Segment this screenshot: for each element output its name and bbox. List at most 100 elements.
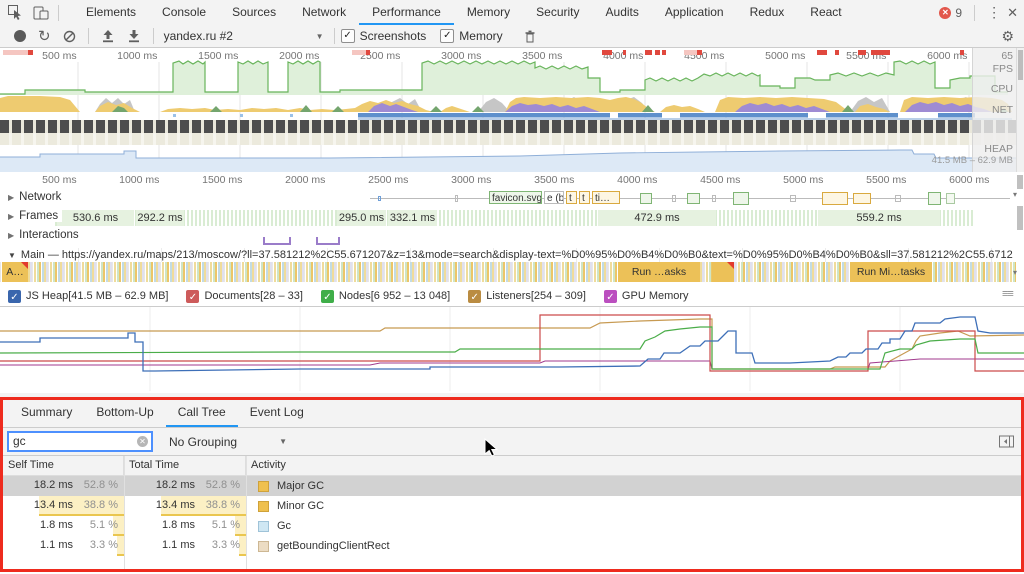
tab-elements[interactable]: Elements: [73, 0, 149, 25]
network-request-mark: [853, 193, 871, 204]
frame-duration[interactable]: 332.1 ms: [388, 210, 437, 226]
scrollbar-thumb[interactable]: [1017, 206, 1023, 230]
time-cell: 1.8 ms5.1 %: [3, 516, 124, 536]
tab-redux[interactable]: Redux: [737, 0, 798, 25]
frame-duration[interactable]: 295.0 ms: [337, 210, 386, 226]
column-header-total-time[interactable]: Total Time: [124, 456, 246, 475]
tab-react[interactable]: React: [797, 0, 854, 25]
main-thread-track-label[interactable]: ▼Main — https://yandex.ru/maps/213/mosco…: [0, 248, 1014, 262]
network-request-mark: [687, 193, 700, 204]
checkbox-icon[interactable]: ✓: [186, 290, 199, 303]
timeline-overview[interactable]: 500 ms1000 ms1500 ms2000 ms2500 ms3000 m…: [0, 48, 1016, 172]
profile-select[interactable]: yandex.ru #2 ▼: [164, 29, 324, 43]
record-button[interactable]: [14, 30, 26, 42]
overview-ruler: 500 ms1000 ms1500 ms2000 ms2500 ms3000 m…: [0, 48, 1016, 66]
settings-gear-icon[interactable]: ⚙: [1001, 28, 1014, 45]
frame-duration[interactable]: 292.2 ms: [136, 210, 184, 226]
device-toolbar-icon[interactable]: [30, 3, 52, 23]
clear-filter-icon[interactable]: ✕: [137, 436, 148, 447]
checkbox-icon[interactable]: ✓: [468, 290, 481, 303]
table-row[interactable]: 18.2 ms52.8 %18.2 ms52.8 %Major GC: [3, 476, 1021, 496]
scrollbar-thumb[interactable]: [1018, 50, 1023, 80]
counter-nodes[interactable]: ✓Nodes[6 952 – 13 048]: [321, 290, 450, 303]
activity-name: Minor GC: [277, 500, 324, 512]
time-cell: 18.2 ms52.8 %: [124, 476, 246, 496]
error-count-badge[interactable]: ✕ 9: [939, 6, 962, 20]
tab-sources[interactable]: Sources: [219, 0, 289, 25]
filter-input-value: gc: [13, 434, 26, 448]
tab-application[interactable]: Application: [652, 0, 737, 25]
tab-performance[interactable]: Performance: [359, 0, 454, 25]
reload-record-button[interactable]: ↻: [38, 27, 51, 45]
details-tab-event-log[interactable]: Event Log: [238, 400, 316, 427]
flame-task[interactable]: A…: [2, 262, 28, 282]
tab-audits[interactable]: Audits: [593, 0, 652, 25]
checkbox-icon[interactable]: ✓: [604, 290, 617, 303]
details-tab-summary[interactable]: Summary: [9, 400, 84, 427]
table-row[interactable]: 1.8 ms5.1 %1.8 ms5.1 %Gc: [3, 516, 1021, 536]
tab-console[interactable]: Console: [149, 0, 219, 25]
details-tab-bottom-up[interactable]: Bottom-Up: [84, 400, 165, 427]
filter-input[interactable]: gc ✕: [7, 431, 153, 452]
counter-documents[interactable]: ✓ Documents[28 – 33]: [186, 290, 302, 303]
ruler-label: 4000 ms: [617, 174, 657, 186]
counter-gpu-memory[interactable]: ✓GPU Memory: [604, 290, 689, 303]
frame-duration[interactable]: 472.9 ms: [598, 210, 716, 226]
table-row[interactable]: 13.4 ms38.8 %13.4 ms38.8 %Minor GC: [3, 496, 1021, 516]
flame-task[interactable]: Run Mi…tasks: [850, 262, 932, 282]
column-header-activity[interactable]: Activity: [246, 456, 1021, 475]
details-tab-call-tree[interactable]: Call Tree: [166, 400, 238, 427]
inspect-element-icon[interactable]: [4, 3, 26, 23]
save-profile-button[interactable]: [127, 29, 141, 43]
scroll-down-icon[interactable]: ▾: [1013, 190, 1017, 199]
frames-track[interactable]: 530.6 ms292.2 ms 295.0 ms332.1 ms 472.9 ms…: [0, 208, 1016, 228]
frame-duration[interactable]: 559.2 ms: [818, 210, 940, 226]
error-icon: ✕: [939, 7, 951, 19]
overview-scrollbar[interactable]: [1016, 48, 1024, 172]
network-track[interactable]: ▶Network favicon.svg…e (bttti…: [0, 190, 1016, 209]
tab-memory[interactable]: Memory: [454, 0, 523, 25]
chevron-down-icon: ▼: [316, 32, 324, 41]
counter-listeners[interactable]: ✓Listeners[254 – 309]: [468, 290, 586, 303]
checkbox-icon[interactable]: ✓: [321, 290, 334, 303]
clear-button[interactable]: [63, 30, 76, 43]
load-profile-button[interactable]: [101, 29, 115, 43]
percent-value: 38.8 %: [206, 499, 240, 511]
network-request[interactable]: ti…: [592, 191, 620, 204]
profile-select-value: yandex.ru #2: [164, 29, 233, 43]
network-request[interactable]: t: [579, 191, 590, 204]
memory-checkbox[interactable]: ✓: [440, 29, 454, 43]
grouping-select[interactable]: No Grouping ▼: [169, 435, 287, 449]
more-menu-icon[interactable]: ⋮: [987, 4, 1001, 21]
checkbox-icon[interactable]: ✓: [8, 290, 21, 303]
network-request[interactable]: favicon.svg…: [489, 191, 542, 204]
long-task-warning-mark: [352, 50, 366, 55]
network-request[interactable]: t: [566, 191, 577, 204]
drag-handle-icon[interactable]: ≡≡: [1002, 288, 1013, 300]
ruler-label: 1500 ms: [198, 50, 238, 62]
column-header-self-time[interactable]: Self Time: [3, 456, 124, 475]
divider: [334, 28, 335, 44]
sidebar-toggle-icon[interactable]: [999, 435, 1014, 451]
tab-security[interactable]: Security: [523, 0, 592, 25]
table-row[interactable]: 1.1 ms3.3 %1.1 ms3.3 %getBoundingClientR…: [3, 536, 1021, 556]
frame-duration[interactable]: 530.6 ms: [57, 210, 134, 226]
scrollbar-thumb[interactable]: [1017, 175, 1023, 189]
scroll-down-icon[interactable]: ▾: [1013, 268, 1017, 277]
flame-task[interactable]: Run …asks: [618, 262, 700, 282]
long-task-mark: [28, 50, 33, 55]
network-request[interactable]: e (b: [544, 191, 564, 204]
tab-network[interactable]: Network: [289, 0, 359, 25]
interactions-track-label[interactable]: ▶Interactions: [8, 229, 79, 241]
counter-label: Documents[28 – 33]: [204, 290, 302, 302]
main-thread-flamechart[interactable]: A… Run …asks Run Mi…tasks: [0, 262, 1016, 282]
interactions-track[interactable]: ▶Interactions: [0, 228, 1016, 248]
close-icon[interactable]: ✕: [1007, 5, 1018, 21]
screenshots-checkbox[interactable]: ✓: [341, 29, 355, 43]
memory-counters-chart[interactable]: [0, 306, 1024, 394]
screenshots-filmstrip[interactable]: [0, 120, 1016, 145]
counter-js-heap[interactable]: ✓JS Heap[41.5 MB – 62.9 MB]: [8, 290, 168, 303]
collect-garbage-button[interactable]: [523, 29, 537, 44]
flame-task[interactable]: [712, 262, 734, 282]
frames-track-label[interactable]: ▶Frames: [8, 210, 62, 222]
